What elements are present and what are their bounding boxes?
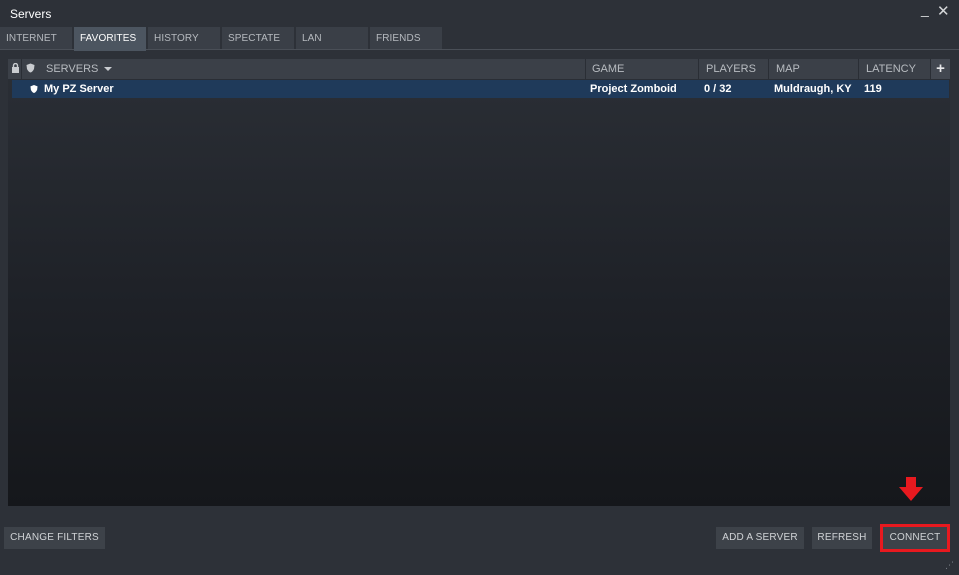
tab-lan[interactable]: LAN — [296, 27, 368, 49]
plus-icon[interactable]: + — [931, 59, 950, 79]
server-players: 0 / 32 — [704, 83, 732, 95]
column-players[interactable]: PLAYERS — [699, 59, 769, 79]
list-header: SERVERS GAME PLAYERS MAP LATENCY + — [8, 59, 950, 79]
tab-friends[interactable]: FRIENDS — [370, 27, 442, 49]
column-map[interactable]: MAP — [769, 59, 859, 79]
sort-down-icon — [104, 67, 113, 71]
servers-window: Servers _ ✕ INTERNET FAVORITES HISTORY S… — [0, 0, 959, 575]
column-game[interactable]: GAME — [586, 59, 699, 79]
column-servers[interactable]: SERVERS — [40, 59, 586, 79]
shield-icon[interactable] — [26, 59, 40, 79]
shield-icon — [30, 84, 38, 97]
change-filters-button[interactable]: CHANGE FILTERS — [4, 527, 105, 549]
column-servers-label: SERVERS — [46, 63, 99, 75]
table-row[interactable]: My PZ Server Project Zomboid 0 / 32 Muld… — [12, 80, 949, 98]
lock-icon[interactable] — [8, 59, 22, 79]
server-game: Project Zomboid — [590, 83, 677, 95]
down-arrow-icon — [899, 477, 923, 501]
server-map: Muldraugh, KY — [774, 83, 852, 95]
connect-highlight — [880, 524, 950, 552]
server-latency: 119 — [864, 83, 882, 95]
tab-favorites[interactable]: FAVORITES — [74, 27, 146, 51]
tab-bar: INTERNET FAVORITES HISTORY SPECTATE LAN … — [0, 26, 959, 51]
server-list[interactable]: SERVERS GAME PLAYERS MAP LATENCY + My PZ… — [8, 59, 950, 506]
minimize-icon[interactable]: _ — [921, 1, 929, 17]
server-name: My PZ Server — [44, 83, 114, 95]
tab-history[interactable]: HISTORY — [148, 27, 220, 49]
add-server-button[interactable]: ADD A SERVER — [716, 527, 804, 549]
refresh-button[interactable]: REFRESH — [812, 527, 872, 549]
column-latency[interactable]: LATENCY — [859, 59, 931, 79]
window-title: Servers — [10, 7, 52, 21]
title-bar: Servers _ ✕ — [0, 0, 959, 26]
tab-spectate[interactable]: SPECTATE — [222, 27, 294, 49]
resize-grip-icon[interactable]: ⋰ — [945, 561, 954, 570]
tab-internet[interactable]: INTERNET — [0, 27, 72, 49]
close-icon[interactable]: ✕ — [937, 4, 950, 20]
